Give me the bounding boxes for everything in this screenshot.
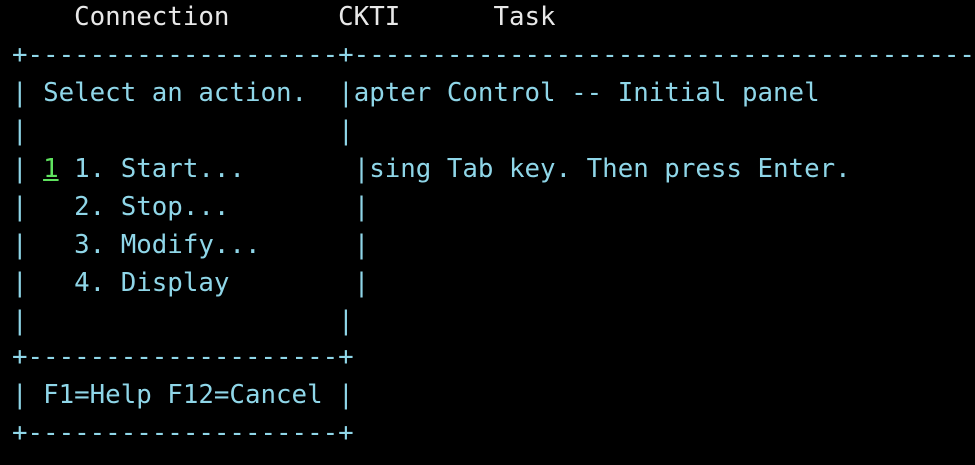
popup-border-right: | [338, 78, 354, 108]
menu-item-modify[interactable]: 3. Modify... [74, 230, 260, 260]
panel-instruction-fragment: sing Tab key. Then press Enter. [369, 154, 851, 184]
popup-item-row-2: | 2. Stop... | [12, 192, 370, 222]
popup-title: Select an action. [43, 78, 308, 108]
menu-ckti[interactable]: CKTI [338, 2, 400, 32]
menu-task[interactable]: Task [493, 2, 555, 32]
menu-bar: Connection CKTI Task [12, 0, 555, 36]
panel-title-fragment: apter Control -- Initial panel [353, 78, 820, 108]
top-border: +--------------------+------------------… [12, 40, 975, 70]
popup-bottom-border: +--------------------+ [12, 418, 354, 448]
selection-input[interactable]: 1 [43, 154, 59, 184]
menu-item-stop[interactable]: 2. Stop... [74, 192, 229, 222]
function-keys[interactable]: F1=Help F12=Cancel [43, 380, 323, 410]
popup-border-left: | [12, 78, 28, 108]
menu-item-display[interactable]: 4. Display [74, 268, 229, 298]
popup-empty-row: | | [12, 116, 354, 146]
popup-item-row-1: | 1 1. Start... |sing Tab key. Then pres… [12, 154, 851, 184]
popup-divider: +--------------------+ [12, 342, 354, 372]
menu-connection[interactable]: Connection [74, 2, 229, 32]
function-key-row: | F1=Help F12=Cancel | [12, 380, 354, 410]
popup-title-row: | Select an action. |apter Control -- In… [12, 74, 820, 112]
popup-empty-row: | | [12, 306, 354, 336]
popup-item-row-3: | 3. Modify... | [12, 230, 370, 260]
menu-item-start[interactable]: 1. Start... [74, 154, 245, 184]
popup-item-row-4: | 4. Display | [12, 268, 370, 298]
